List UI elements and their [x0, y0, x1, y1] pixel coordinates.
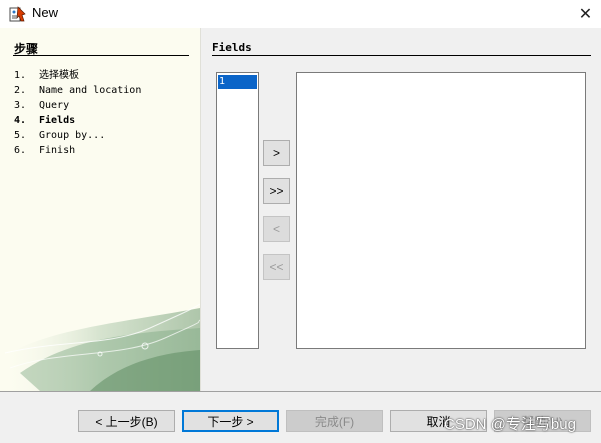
remove-field-button[interactable]: <	[263, 216, 290, 242]
finish-button[interactable]: 完成(F)	[286, 410, 383, 432]
available-field-item[interactable]: 1	[218, 75, 257, 89]
watermark-text: CSDN @专注写bug	[444, 416, 576, 433]
step-item-3: 3. Query	[14, 100, 70, 111]
button-bar: < 上一步(B) 下一步 > 完成(F) 取消 帮助(H) CSDN @专注写b…	[0, 392, 601, 443]
available-fields-list[interactable]: 1	[216, 72, 259, 349]
step-item-6: 6. Finish	[14, 145, 76, 156]
chevron-left-icon: <	[272, 222, 280, 236]
double-chevron-right-icon: >>	[269, 184, 284, 198]
steps-divider	[13, 55, 189, 56]
steps-list: 1. 选择模板 2. Name and location 3. Query 4. Fie…	[14, 68, 141, 158]
fields-pane: Fields 1 > >> < <<	[201, 28, 601, 391]
close-button[interactable]: ✕	[570, 0, 601, 28]
add-field-button[interactable]: >	[263, 140, 290, 166]
step-item-5: 5. Group by...	[14, 130, 106, 141]
back-button[interactable]: < 上一步(B)	[78, 410, 175, 432]
chevron-right-icon: >	[272, 146, 280, 160]
double-chevron-left-icon: <<	[269, 260, 284, 274]
step-item-1: 1. 选择模板	[14, 70, 79, 81]
selected-fields-list[interactable]	[296, 72, 586, 349]
window-title: New	[32, 5, 59, 20]
fields-divider	[212, 55, 591, 56]
remove-all-fields-button[interactable]: <<	[263, 254, 290, 280]
step-item-4-current: 4. Fields	[14, 115, 76, 126]
steps-pane: 步骤 1. 选择模板 2. Name and location 3. Query 4.…	[0, 28, 201, 391]
step-item-2: 2. Name and location	[14, 85, 142, 96]
wizard-app-icon	[9, 6, 26, 22]
next-button[interactable]: 下一步 >	[182, 410, 279, 432]
title-bar: New ✕	[0, 0, 601, 28]
add-all-fields-button[interactable]: >>	[263, 178, 290, 204]
close-icon: ✕	[578, 6, 593, 23]
fields-heading: Fields	[212, 41, 252, 54]
